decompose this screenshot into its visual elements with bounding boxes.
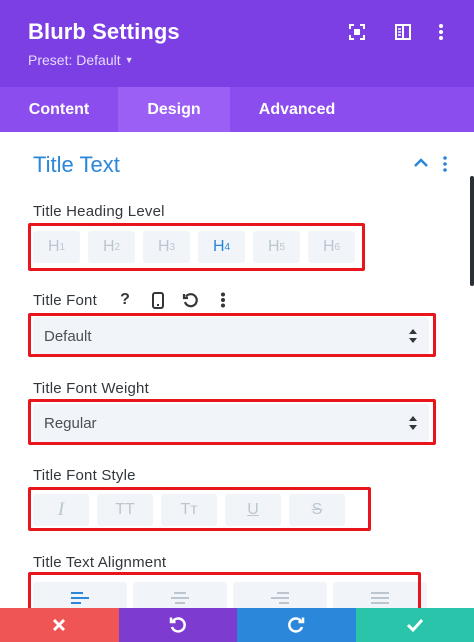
align-right-icon <box>271 592 289 604</box>
heading-h3-button[interactable]: H3 <box>143 231 190 263</box>
close-icon <box>53 618 66 632</box>
redo-button[interactable] <box>237 608 356 642</box>
font-options-icon[interactable] <box>213 290 233 310</box>
font-weight-select-value: Regular <box>44 414 97 432</box>
heading-h1-button[interactable]: H1 <box>33 231 80 263</box>
heading-level-label: Title Heading Level <box>33 203 165 220</box>
font-label: Title Font <box>33 292 97 309</box>
uppercase-button[interactable]: TT <box>97 494 153 526</box>
mobile-icon[interactable] <box>148 290 168 310</box>
redo-icon <box>288 617 305 633</box>
tab-advanced[interactable]: Advanced <box>230 87 364 132</box>
heading-h2-button[interactable]: H2 <box>88 231 135 263</box>
alignment-label: Title Text Alignment <box>33 554 167 571</box>
tab-design[interactable]: Design <box>118 87 230 132</box>
scrollbar[interactable] <box>470 176 474 286</box>
font-weight-label: Title Font Weight <box>33 380 149 397</box>
fullscreen-icon[interactable] <box>347 22 367 42</box>
heading-h6-button[interactable]: H6 <box>308 231 355 263</box>
select-arrows-icon <box>409 416 417 430</box>
align-left-icon <box>71 592 89 604</box>
section-options-icon[interactable] <box>442 155 448 178</box>
italic-button[interactable]: I <box>33 494 89 526</box>
modal-title: Blurb Settings <box>28 19 180 44</box>
select-arrows-icon <box>409 329 417 343</box>
font-style-label: Title Font Style <box>33 467 136 484</box>
checkmark-icon <box>406 618 423 632</box>
heading-h5-button[interactable]: H5 <box>253 231 300 263</box>
undo-button[interactable] <box>118 608 237 642</box>
align-center-icon <box>171 592 189 604</box>
strikethrough-button[interactable]: S <box>289 494 345 526</box>
font-weight-select[interactable]: Regular <box>33 404 429 442</box>
modal-header: Blurb Settings Preset: Default ▼ <box>0 0 474 87</box>
small-caps-button[interactable]: Tт <box>161 494 217 526</box>
caret-down-icon: ▼ <box>124 55 134 65</box>
tab-content[interactable]: Content <box>0 87 118 132</box>
settings-tabs: Content Design Advanced <box>0 87 474 132</box>
sidebar-toggle-icon[interactable] <box>393 22 413 42</box>
save-button[interactable] <box>355 608 474 642</box>
undo-icon <box>169 617 186 633</box>
more-options-icon[interactable] <box>431 22 451 42</box>
font-select[interactable]: Default <box>33 317 429 355</box>
align-justify-icon <box>371 592 389 604</box>
cancel-button[interactable] <box>0 608 119 642</box>
underline-button[interactable]: U <box>225 494 281 526</box>
reset-icon[interactable] <box>180 290 200 310</box>
preset-dropdown[interactable]: Preset: Default ▼ <box>28 52 134 68</box>
heading-h4-button[interactable]: H4 <box>198 231 245 263</box>
font-style-buttons: I TT Tт U S <box>33 494 345 526</box>
font-select-value: Default <box>44 327 92 345</box>
heading-level-buttons: H1 H2 H3 H4 H5 H6 <box>33 231 355 263</box>
section-title: Title Text <box>33 152 120 177</box>
collapse-chevron-icon[interactable] <box>413 154 429 177</box>
preset-label: Preset: Default <box>28 52 121 68</box>
action-bar <box>0 608 474 642</box>
help-icon[interactable]: ? <box>115 290 135 310</box>
